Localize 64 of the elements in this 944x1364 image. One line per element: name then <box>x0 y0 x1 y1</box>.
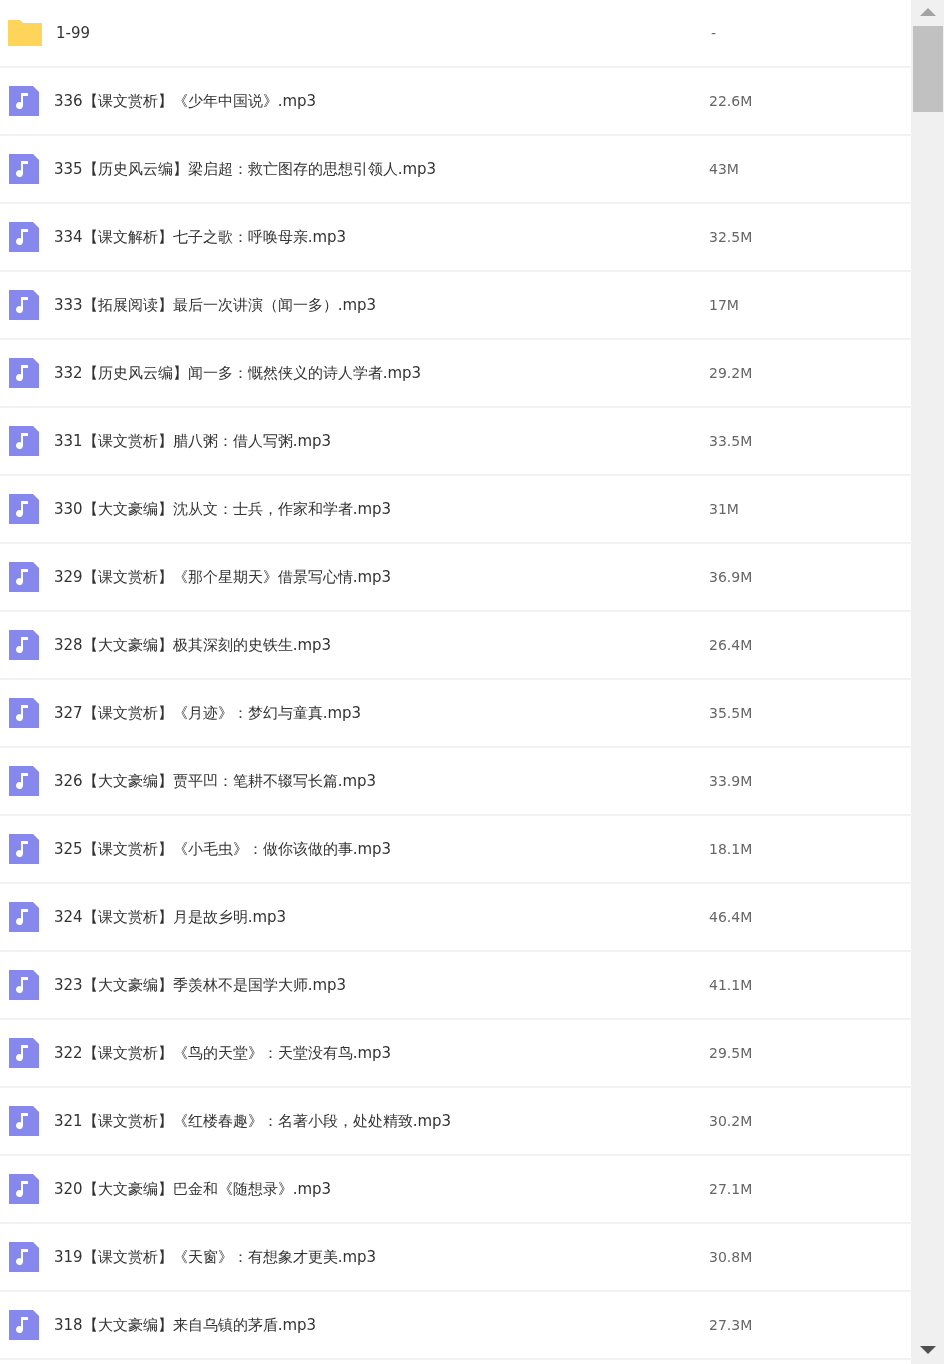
file-size: 33.5M <box>709 433 753 449</box>
file-size: 27.1M <box>709 1181 753 1197</box>
file-name[interactable]: 331【课文赏析】腊八粥：借人写粥.mp3 <box>54 431 709 451</box>
music-file-icon <box>8 1241 40 1273</box>
file-name[interactable]: 333【拓展阅读】最后一次讲演（闻一多）.mp3 <box>54 295 709 315</box>
file-name[interactable]: 325【课文赏析】《小毛虫》：做你该做的事.mp3 <box>54 839 709 859</box>
file-name[interactable]: 320【大文豪编】巴金和《随想录》.mp3 <box>54 1179 709 1199</box>
file-size: 32.5M <box>709 229 753 245</box>
file-size: 36.9M <box>709 569 753 585</box>
file-size: 31M <box>709 501 739 517</box>
file-name[interactable]: 335【历史风云编】梁启超：救亡图存的思想引领人.mp3 <box>54 159 709 179</box>
music-file-icon <box>8 221 40 253</box>
scrollbar-thumb[interactable] <box>912 26 943 112</box>
file-size: 41.1M <box>709 977 753 993</box>
file-size: 27.3M <box>709 1317 753 1333</box>
file-size: 29.5M <box>709 1045 753 1061</box>
file-size: 17M <box>709 297 739 313</box>
file-size: 43M <box>709 161 739 177</box>
file-name[interactable]: 328【大文豪编】极其深刻的史铁生.mp3 <box>54 635 709 655</box>
music-file-icon <box>8 765 40 797</box>
scroll-down-icon[interactable] <box>919 1346 936 1354</box>
music-file-icon <box>8 1105 40 1137</box>
music-file-icon <box>8 1173 40 1205</box>
music-file-icon <box>8 493 40 525</box>
folder-icon <box>8 17 42 49</box>
file-name[interactable]: 324【课文赏析】月是故乡明.mp3 <box>54 907 709 927</box>
file-name[interactable]: 336【课文赏析】《少年中国说》.mp3 <box>54 91 709 111</box>
file-name[interactable]: 330【大文豪编】沈从文：士兵，作家和学者.mp3 <box>54 499 709 519</box>
file-name[interactable]: 322【课文赏析】《鸟的天堂》：天堂没有鸟.mp3 <box>54 1043 709 1063</box>
file-name[interactable]: 326【大文豪编】贾平凹：笔耕不辍写长篇.mp3 <box>54 771 709 791</box>
file-name[interactable]: 321【课文赏析】《红楼春趣》：名著小段，处处精致.mp3 <box>54 1111 709 1131</box>
file-size: 30.8M <box>709 1249 753 1265</box>
music-file-icon <box>8 697 40 729</box>
music-file-icon <box>8 901 40 933</box>
music-file-icon <box>8 85 40 117</box>
music-file-icon <box>8 1037 40 1069</box>
music-file-icon <box>8 629 40 661</box>
music-file-icon <box>8 561 40 593</box>
file-name[interactable]: 332【历史风云编】闻一多：慨然侠义的诗人学者.mp3 <box>54 363 709 383</box>
scroll-up-icon[interactable] <box>919 8 936 16</box>
music-file-icon <box>8 833 40 865</box>
file-name[interactable]: 329【课文赏析】《那个星期天》借景写心情.mp3 <box>54 567 709 587</box>
file-size: 46.4M <box>709 909 753 925</box>
file-name[interactable]: 1-99 <box>56 24 711 42</box>
file-size: 35.5M <box>709 705 753 721</box>
file-size: 29.2M <box>709 365 753 381</box>
file-size: 30.2M <box>709 1113 753 1129</box>
file-size: - <box>711 25 717 41</box>
file-size: 33.9M <box>709 773 753 789</box>
file-name[interactable]: 334【课文解析】七子之歌：呼唤母亲.mp3 <box>54 227 709 247</box>
file-name[interactable]: 319【课文赏析】《天窗》：有想象才更美.mp3 <box>54 1247 709 1267</box>
file-name[interactable]: 323【大文豪编】季羡林不是国学大师.mp3 <box>54 975 709 995</box>
scrollbar[interactable] <box>911 0 944 1364</box>
file-size: 22.6M <box>709 93 753 109</box>
music-file-icon <box>8 969 40 1001</box>
file-name[interactable]: 327【课文赏析】《月迹》：梦幻与童真.mp3 <box>54 703 709 723</box>
music-file-icon <box>8 357 40 389</box>
music-file-icon <box>8 153 40 185</box>
file-size: 18.1M <box>709 841 753 857</box>
file-size: 26.4M <box>709 637 753 653</box>
music-file-icon <box>8 1309 40 1341</box>
music-file-icon <box>8 425 40 457</box>
music-file-icon <box>8 289 40 321</box>
file-name[interactable]: 318【大文豪编】来自乌镇的茅盾.mp3 <box>54 1315 709 1335</box>
